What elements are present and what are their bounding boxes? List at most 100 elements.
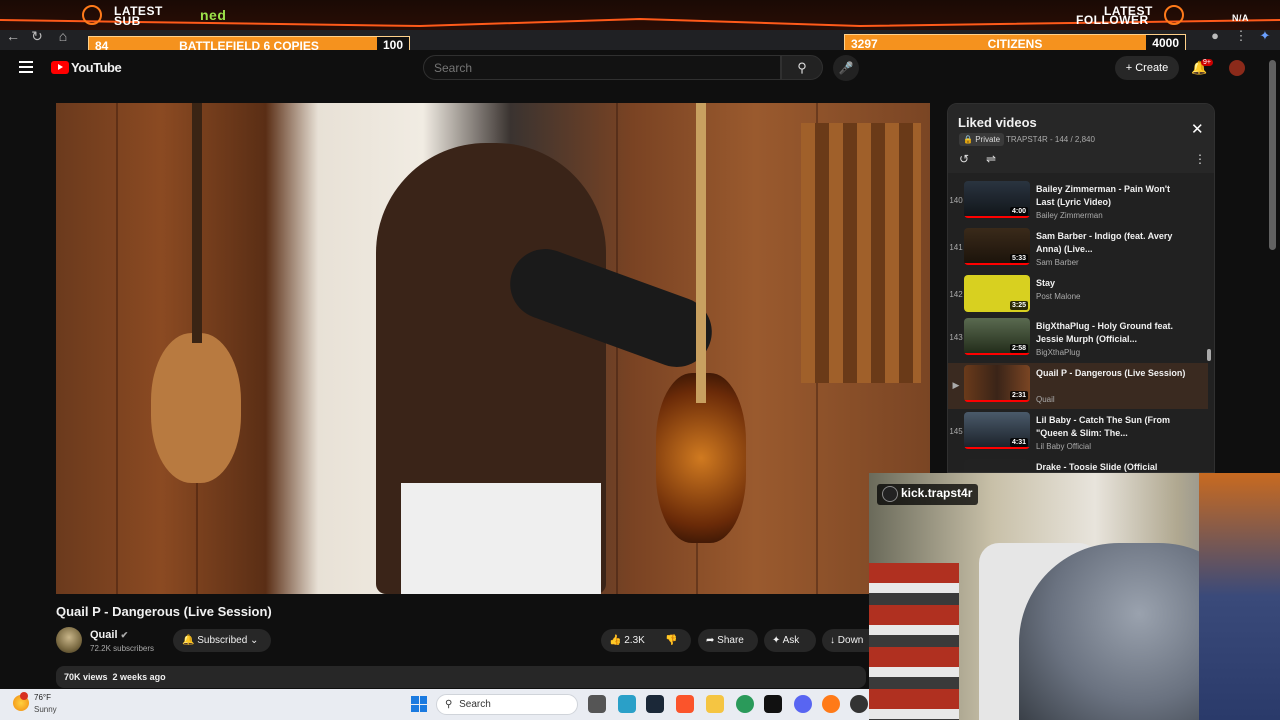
- video-thumbnail: 4:31: [964, 412, 1030, 449]
- search-input[interactable]: [434, 58, 764, 77]
- download-label: Down: [837, 635, 864, 646]
- guitar-body: [151, 333, 241, 483]
- goal-right-target: 4000: [1146, 35, 1185, 51]
- video-thumbnail: 2:58: [964, 318, 1030, 355]
- mic-icon: 🎤: [838, 61, 854, 75]
- shoe-stack: [869, 563, 959, 720]
- playlist-item-current[interactable]: ▶ 2:31 Quail P - Dangerous (Live Session…: [948, 363, 1208, 409]
- share-button[interactable]: ➦ Share: [698, 629, 758, 652]
- chevron-down-icon: ⌄: [250, 635, 259, 646]
- hamburger-menu-icon[interactable]: [19, 61, 33, 73]
- task-view-icon[interactable]: [588, 695, 606, 713]
- video-title: Quail P - Dangerous (Live Session): [56, 604, 272, 619]
- playlist-title[interactable]: Liked videos: [958, 115, 1037, 130]
- voice-search-button[interactable]: 🎤: [833, 55, 859, 81]
- item-title: Bailey Zimmerman - Pain Won't Last (Lyri…: [1036, 184, 1171, 207]
- obs-icon[interactable]: [850, 695, 868, 713]
- download-button[interactable]: ↓ Down: [822, 629, 869, 652]
- taskbar-search-label: Search: [459, 699, 491, 710]
- ask-button[interactable]: ✦ Ask: [764, 629, 816, 652]
- item-channel: Lil Baby Official: [1036, 442, 1091, 451]
- weather-desc: Sunny: [34, 705, 57, 714]
- steam-icon[interactable]: [646, 695, 664, 713]
- playlist-scrollbar[interactable]: [1207, 179, 1212, 469]
- weather-temp: 76°F: [34, 693, 51, 702]
- ask-label: Ask: [782, 635, 800, 646]
- playlist-item[interactable]: 143 2:58 BigXthaPlug - Holy Ground feat.…: [948, 316, 1208, 362]
- item-channel: Sam Barber: [1036, 258, 1079, 267]
- upload-age: 2 weeks ago: [112, 672, 166, 682]
- channel-name[interactable]: Quail ✔: [90, 629, 128, 641]
- acoustic-panel: [801, 123, 921, 383]
- chrome-icon[interactable]: [736, 695, 754, 713]
- weather-alert-badge: [20, 692, 28, 700]
- like-count: 2.3K: [624, 635, 645, 646]
- playlist-meta: TRAPST4R - 144 / 2,840: [1006, 135, 1095, 144]
- firefox-icon[interactable]: [822, 695, 840, 713]
- sparkle-icon: ✦: [772, 635, 781, 646]
- item-channel: BigXthaPlug: [1036, 348, 1081, 357]
- video-description-box[interactable]: 70K views 2 weeks ago: [56, 666, 866, 688]
- page-scrollbar-thumb[interactable]: [1269, 60, 1276, 250]
- dislike-button[interactable]: 👎: [665, 629, 677, 652]
- windows-start-icon[interactable]: [411, 696, 427, 712]
- privacy-badge: 🔒 Private: [959, 133, 1005, 146]
- discord-icon[interactable]: [794, 695, 812, 713]
- latest-sub-label-2: SUB: [114, 14, 141, 28]
- playlist-item[interactable]: 141 5:33 Sam Barber - Indigo (feat. Aver…: [948, 226, 1208, 272]
- bell-icon: 🔔: [182, 635, 195, 646]
- webcam-overlay: [869, 473, 1280, 720]
- channel-avatar[interactable]: [56, 627, 82, 653]
- latest-follower-name: N/A: [1232, 13, 1249, 23]
- share-icon: ➦: [706, 635, 715, 646]
- download-icon: ↓: [830, 635, 835, 646]
- shuffle-icon[interactable]: ⇌: [986, 152, 996, 166]
- search-icon: ⚲: [445, 699, 453, 710]
- create-label: Create: [1135, 62, 1169, 74]
- anime-posters: [1199, 473, 1280, 720]
- view-count: 70K views: [64, 672, 108, 682]
- share-label: Share: [717, 635, 744, 646]
- item-channel: Quail: [1036, 395, 1055, 404]
- playlist-item[interactable]: 142 3:25 Stay Post Malone: [948, 273, 1208, 319]
- verified-icon: ✔: [120, 630, 129, 640]
- item-title: Stay: [1036, 278, 1056, 288]
- kick-channel-name: kick.trapst4r: [901, 486, 973, 500]
- search-icon: ⚲: [797, 60, 807, 75]
- subscribed-button[interactable]: 🔔 Subscribed ⌄: [173, 629, 271, 652]
- search-button[interactable]: ⚲: [781, 55, 823, 80]
- item-channel: Bailey Zimmerman: [1036, 211, 1103, 220]
- tiktok-app-icon[interactable]: [764, 695, 782, 713]
- video-thumbnail: 2:31: [964, 365, 1030, 402]
- loop-icon[interactable]: ↺: [959, 152, 969, 166]
- video-player[interactable]: [56, 103, 930, 594]
- latest-sub-name: ned: [200, 7, 227, 23]
- item-title: Drake - Toosie Slide (Official: [1036, 462, 1158, 472]
- youtube-logo-text[interactable]: YouTube: [71, 60, 122, 75]
- tiktok-icon: [882, 486, 898, 502]
- youtube-logo-icon[interactable]: [51, 61, 69, 74]
- video-thumbnail: 4:00: [964, 181, 1030, 218]
- taskbar-search[interactable]: ⚲ Search: [436, 694, 578, 715]
- playlist-item[interactable]: 145 4:31 Lil Baby - Catch The Sun (From …: [948, 410, 1208, 456]
- file-explorer-icon[interactable]: [706, 695, 724, 713]
- create-button[interactable]: + Create: [1115, 56, 1179, 80]
- goal-right-name: CITIZENS: [987, 37, 1043, 51]
- item-title: Sam Barber - Indigo (feat. Avery Anna) (…: [1036, 231, 1173, 254]
- playlist-item[interactable]: Drake - Toosie Slide (Official: [948, 457, 1208, 472]
- widgets-icon[interactable]: [618, 695, 636, 713]
- more-options-icon[interactable]: ⋮: [1194, 152, 1206, 166]
- like-button[interactable]: 👍 2.3K: [609, 635, 645, 646]
- item-title: Lil Baby - Catch The Sun (From "Queen & …: [1036, 415, 1171, 438]
- video-thumbnail: [964, 459, 1030, 472]
- subscribed-label: Subscribed: [197, 635, 248, 646]
- lock-icon: 🔒: [963, 135, 973, 144]
- account-avatar[interactable]: [1229, 60, 1245, 76]
- item-title: Quail P - Dangerous (Live Session): [1036, 368, 1186, 378]
- video-thumbnail: 5:33: [964, 228, 1030, 265]
- playlist-item[interactable]: 140 4:00 Bailey Zimmerman - Pain Won't L…: [948, 179, 1208, 225]
- brave-icon[interactable]: [676, 695, 694, 713]
- thumbs-down-icon: 👎: [665, 635, 678, 646]
- close-icon[interactable]: ✕: [1191, 120, 1204, 138]
- kick-channel-tag: kick.trapst4r: [877, 484, 979, 505]
